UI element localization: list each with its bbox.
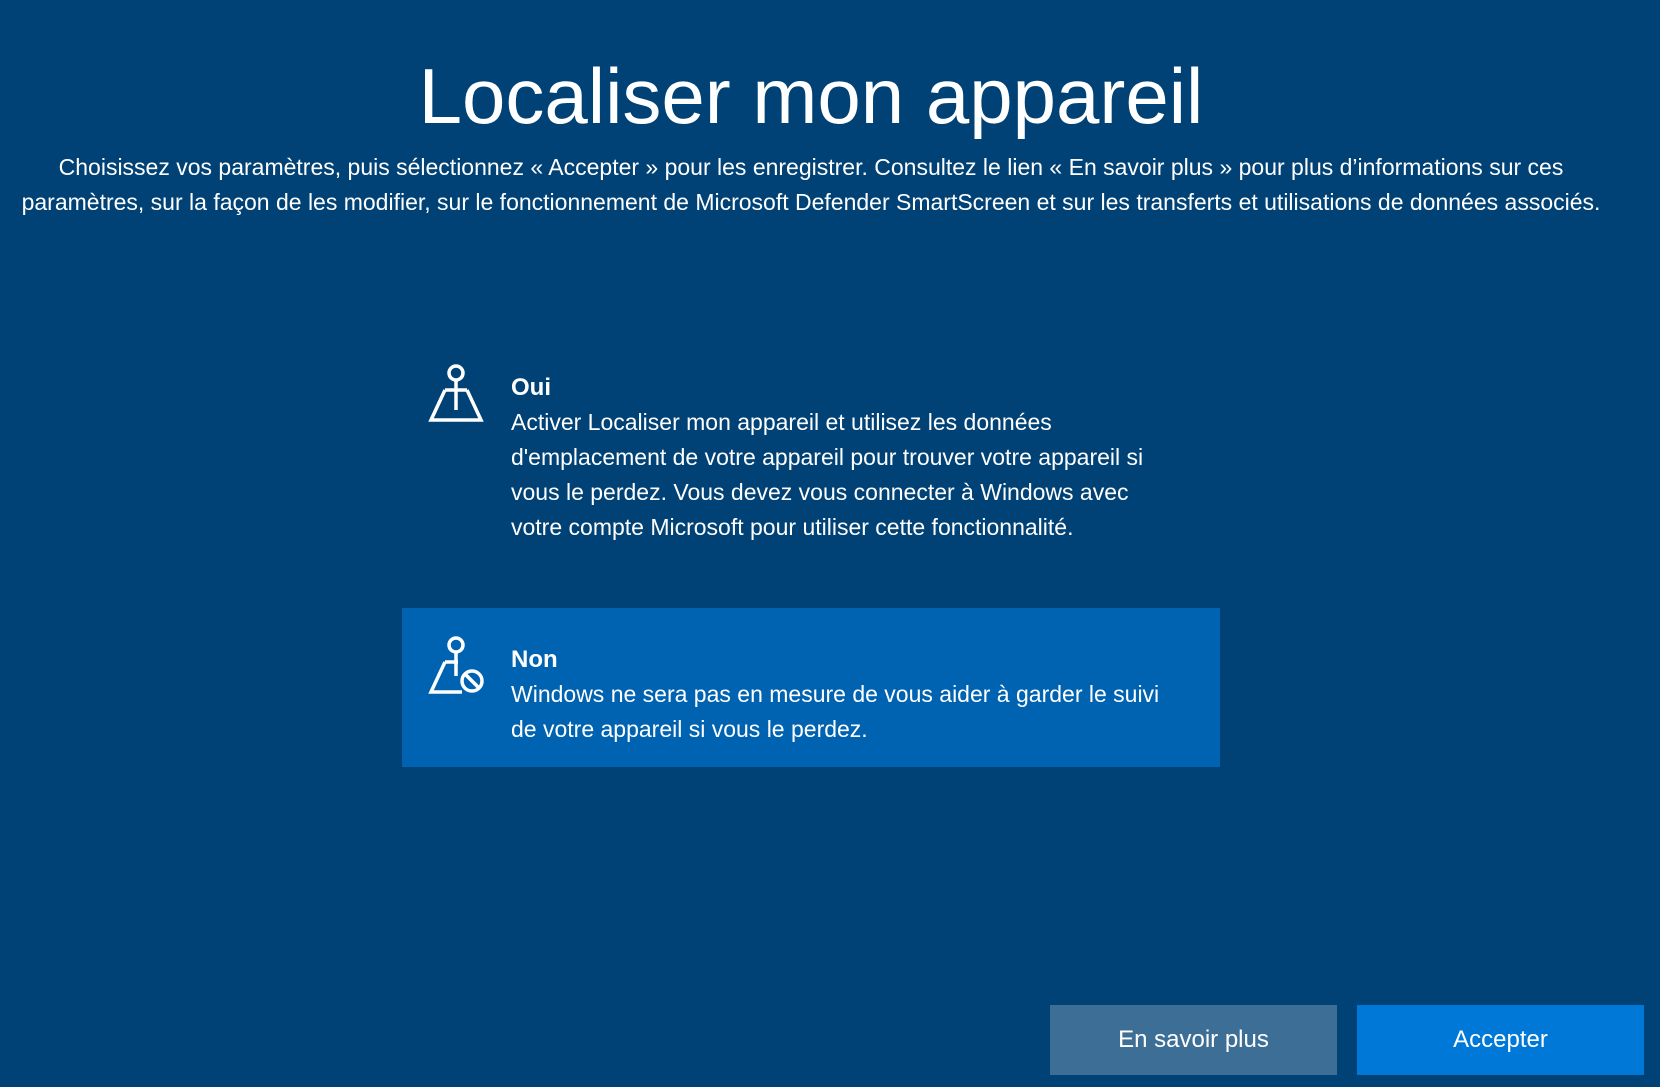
option-no-description: Windows ne sera pas en mesure de vous ai… xyxy=(511,681,1160,742)
option-no-text: Non Windows ne sera pas en mesure de vou… xyxy=(511,634,1220,747)
page-description: Choisissez vos paramètres, puis sélectio… xyxy=(21,154,1601,215)
option-yes-title: Oui xyxy=(511,374,551,401)
accept-button[interactable]: Accepter xyxy=(1357,1005,1644,1075)
options-list: Oui Activer Localiser mon appareil et ut… xyxy=(402,350,1220,767)
option-yes-description: Activer Localiser mon appareil et utilis… xyxy=(511,409,1144,540)
option-yes[interactable]: Oui Activer Localiser mon appareil et ut… xyxy=(402,350,1220,608)
map-pin-blocked-icon xyxy=(428,636,484,698)
page-title: Localiser mon appareil xyxy=(418,52,1204,140)
option-no-title: Non xyxy=(511,646,558,673)
map-pin-icon xyxy=(428,364,484,426)
option-no[interactable]: Non Windows ne sera pas en mesure de vou… xyxy=(402,608,1220,767)
learn-more-button[interactable]: En savoir plus xyxy=(1050,1005,1337,1075)
option-yes-text: Oui Activer Localiser mon appareil et ut… xyxy=(511,362,1220,545)
